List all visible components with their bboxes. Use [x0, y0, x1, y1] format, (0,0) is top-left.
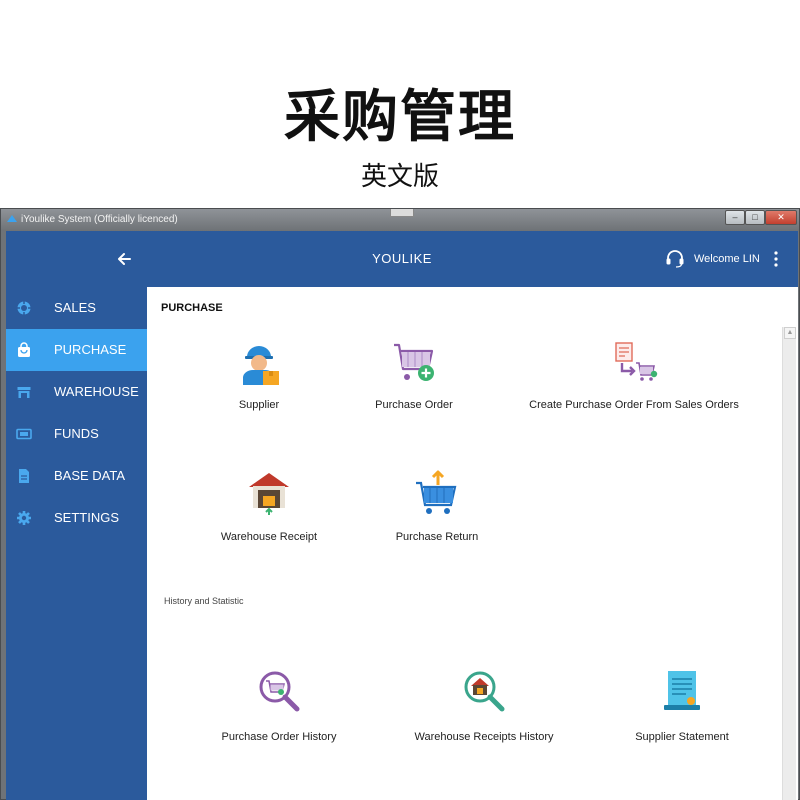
sidebar-item-label: BASE DATA — [54, 468, 126, 483]
shopping-bag-icon — [18, 342, 30, 357]
cart-add-icon — [394, 343, 434, 381]
tile-label: Purchase Return — [395, 531, 479, 543]
tile-label: Purchase Order History — [221, 731, 337, 743]
sales-icon — [17, 301, 31, 315]
tile-label: Purchase Order — [375, 399, 453, 411]
app-header: YOULIKE Welcome LIN — [6, 231, 798, 287]
supplier-statement-tile[interactable]: Supplier Statement — [627, 667, 737, 747]
search-cart-icon — [259, 671, 300, 712]
banner-title: 采购管理 — [284, 85, 516, 150]
tile-label: Supplier — [238, 399, 280, 411]
sidebar-item-settings[interactable]: SETTINGS — [6, 497, 147, 539]
supplier-worker-icon — [243, 346, 279, 385]
sidebar: SALES PURCHASE WAREHOUSE FUNDS BASE DATA… — [6, 287, 147, 800]
more-vertical-icon[interactable] — [771, 249, 781, 269]
purchase-return-tile[interactable]: Purchase Return — [387, 469, 487, 545]
vertical-scrollbar[interactable]: ▲ — [782, 327, 796, 800]
welcome-user-label: Welcome LIN — [694, 253, 760, 265]
minimize-button[interactable]: – — [725, 210, 745, 225]
window-title: iYoulike System (Officially licenced) — [21, 214, 178, 225]
window-grip-handle[interactable] — [390, 209, 414, 217]
sidebar-item-label: SETTINGS — [54, 510, 120, 525]
money-icon — [16, 428, 32, 440]
section-title: PURCHASE — [161, 302, 223, 314]
sidebar-item-base-data[interactable]: BASE DATA — [6, 455, 147, 497]
main-content: PURCHASE ▲ Supplier Purchase Order Creat… — [147, 287, 798, 800]
close-button[interactable]: ✕ — [765, 210, 797, 225]
create-po-from-sales-orders-tile[interactable]: Create Purchase Order From Sales Orders — [529, 339, 739, 413]
window-titlebar[interactable]: iYoulike System (Officially licenced) – … — [1, 209, 799, 231]
warehouse-receipt-tile[interactable]: Warehouse Receipt — [209, 469, 329, 545]
maximize-button[interactable]: □ — [745, 210, 765, 225]
history-section-title: History and Statistic — [164, 596, 244, 606]
warehouse-receipts-history-tile[interactable]: Warehouse Receipts History — [409, 667, 559, 747]
gear-icon — [17, 511, 31, 525]
sidebar-item-sales[interactable]: SALES — [6, 287, 147, 329]
sidebar-item-label: FUNDS — [54, 426, 99, 441]
warehouse-receipt-icon — [249, 473, 289, 515]
tile-label: Warehouse Receipts History — [414, 731, 554, 743]
sidebar-item-label: PURCHASE — [54, 342, 127, 357]
sidebar-item-warehouse[interactable]: WAREHOUSE — [6, 371, 147, 413]
document-icon — [19, 469, 29, 483]
tile-label: Create Purchase Order From Sales Orders — [529, 399, 739, 411]
purchase-order-history-tile[interactable]: Purchase Order History — [219, 667, 339, 747]
convert-order-icon — [615, 342, 658, 381]
purchase-order-tile[interactable]: Purchase Order — [364, 339, 464, 413]
search-warehouse-icon — [464, 671, 505, 712]
sidebar-item-label: WAREHOUSE — [54, 384, 139, 399]
app-window: iYoulike System (Officially licenced) – … — [0, 208, 800, 800]
sidebar-item-purchase[interactable]: PURCHASE — [6, 329, 147, 371]
cart-return-icon — [416, 470, 457, 514]
headset-icon[interactable] — [664, 247, 686, 269]
supplier-tile[interactable]: Supplier — [209, 339, 309, 413]
banner-subtitle: 英文版 — [360, 162, 439, 192]
sidebar-item-label: SALES — [54, 300, 96, 315]
statement-icon — [664, 671, 700, 710]
tile-label: Warehouse Receipt — [220, 531, 318, 543]
scroll-up-button[interactable]: ▲ — [784, 327, 796, 339]
tile-label: Supplier Statement — [635, 731, 729, 743]
warehouse-icon — [17, 387, 31, 398]
sidebar-item-funds[interactable]: FUNDS — [6, 413, 147, 455]
app-icon — [7, 215, 17, 222]
